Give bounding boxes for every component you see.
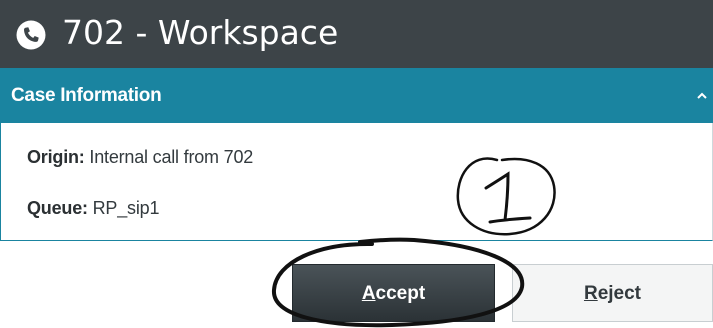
workspace-titlebar: 702 - Workspace — [0, 0, 713, 68]
phone-icon — [16, 20, 46, 50]
accept-label-rest: ccept — [375, 283, 426, 304]
queue-label: Queue: — [27, 198, 88, 218]
case-information-header[interactable]: Case Information — [0, 68, 713, 123]
case-information-label: Case Information — [11, 85, 162, 106]
reject-mnemonic: R — [583, 283, 598, 304]
origin-row: Origin: Internal call from 702 — [27, 146, 253, 168]
reject-label-rest: eject — [597, 283, 642, 304]
window-title: 702 - Workspace — [62, 13, 339, 52]
queue-row: Queue: RP_sip1 — [27, 197, 159, 219]
reject-button[interactable]: Reject — [512, 264, 713, 322]
origin-label: Origin: — [27, 147, 85, 167]
queue-value: RP_sip1 — [92, 198, 160, 218]
accept-mnemonic: A — [361, 283, 376, 304]
case-information-body: Origin: Internal call from 702 Queue: RP… — [0, 123, 713, 241]
chevron-up-icon[interactable] — [696, 90, 708, 102]
accept-button[interactable]: Accept — [292, 264, 495, 322]
origin-value: Internal call from 702 — [89, 147, 254, 167]
